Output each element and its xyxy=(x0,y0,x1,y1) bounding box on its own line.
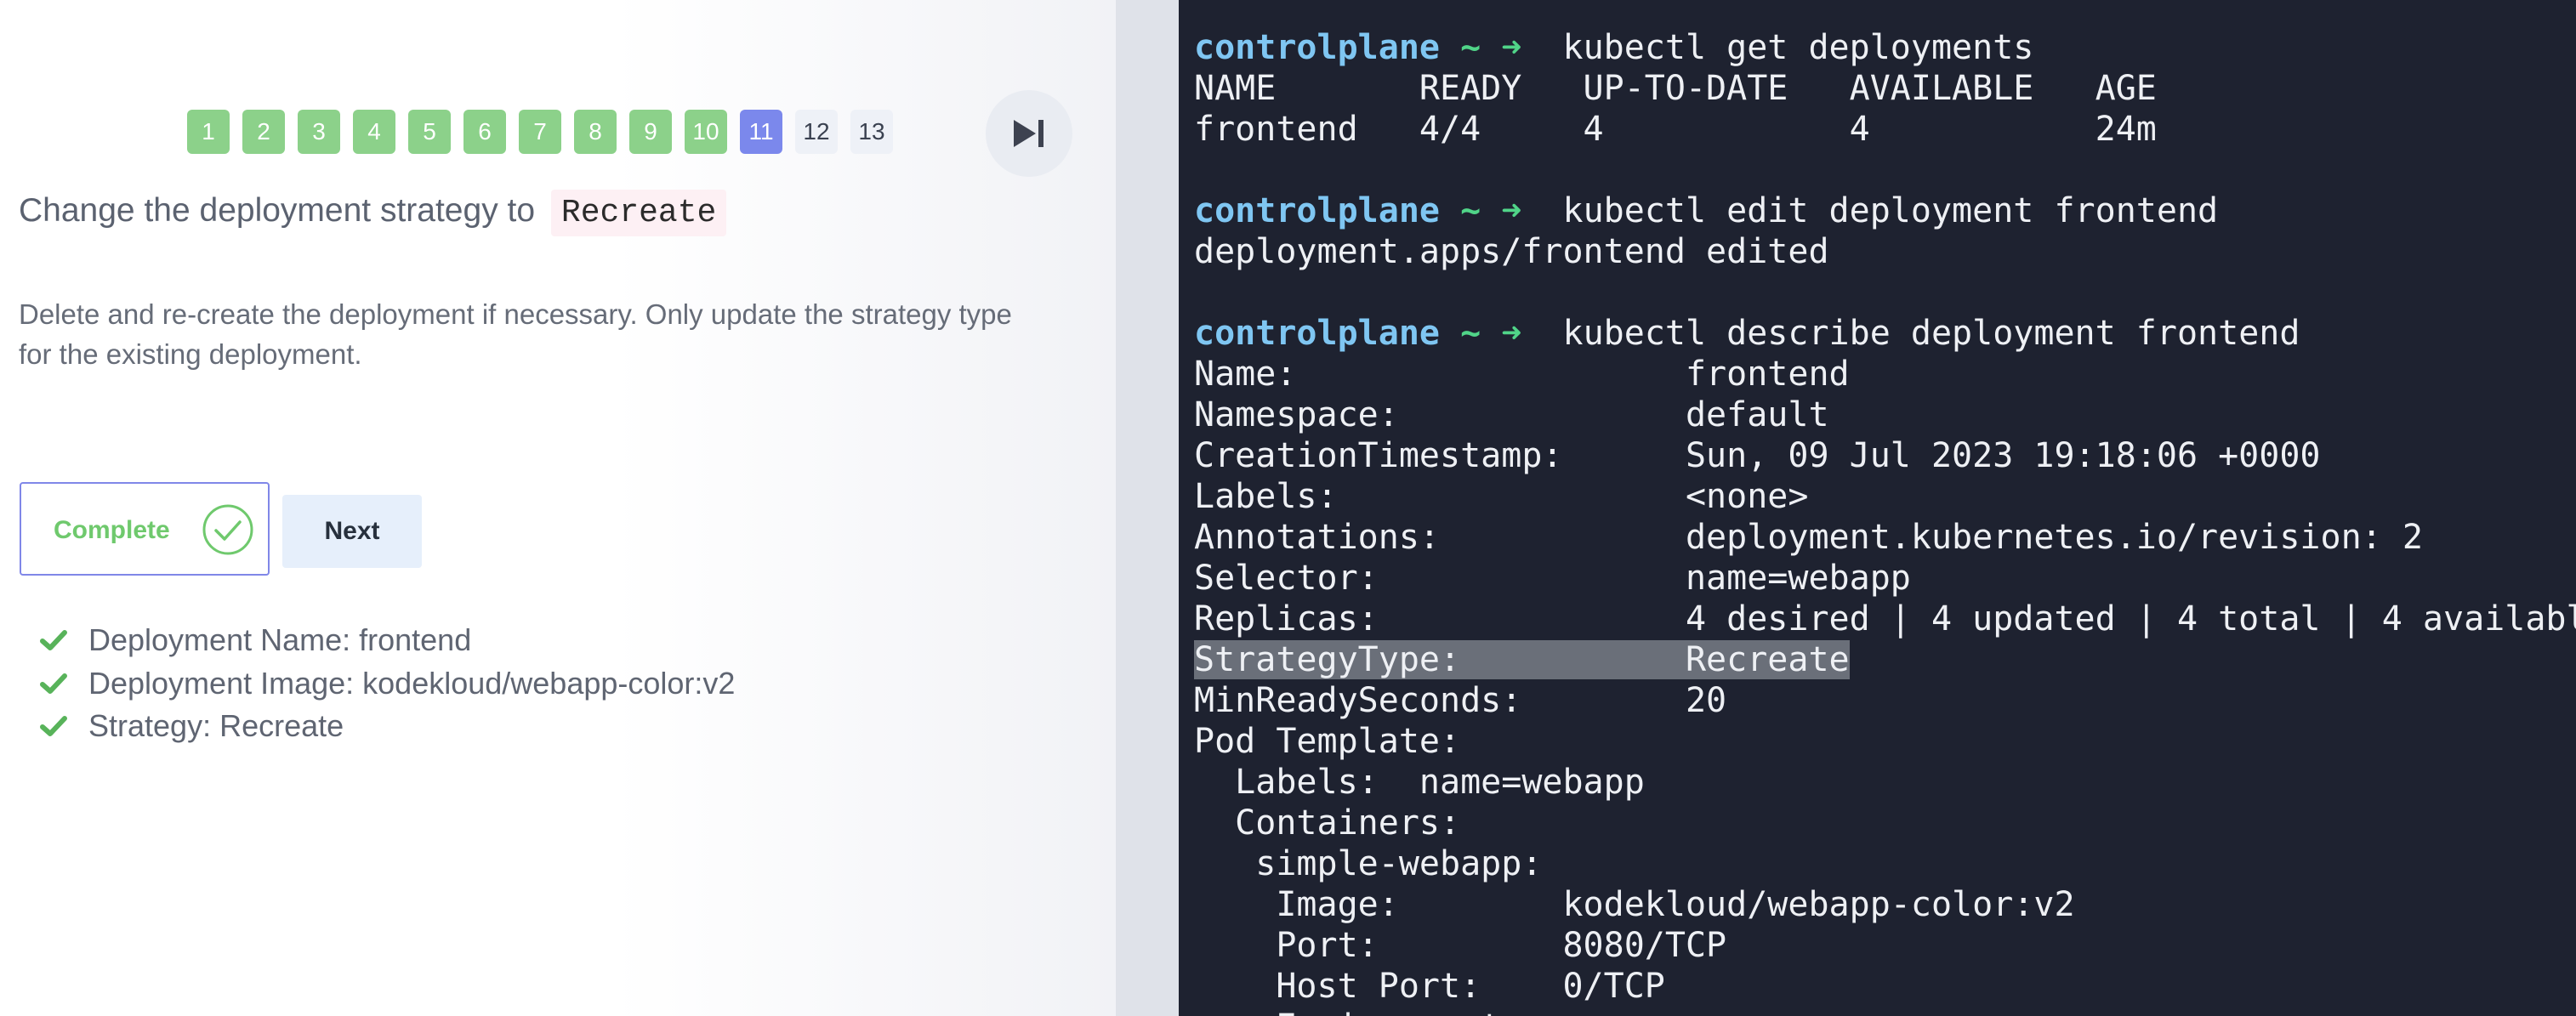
task-description: Delete and re-create the deployment if n… xyxy=(19,298,1012,370)
terminal-output-line: Labels: name=webapp xyxy=(1194,763,1645,802)
task-panel: 1 2 3 4 5 6 7 8 9 10 11 12 13 Change the deployment … xyxy=(0,0,1116,1016)
complete-button[interactable]: Complete xyxy=(20,482,270,576)
selection-highlight: StrategyType: Recreate xyxy=(1194,640,1850,679)
check-icon xyxy=(40,673,67,694)
terminal-output-line: MinReadySeconds: 20 xyxy=(1194,681,1727,720)
terminal-command-line: controlplane ~ ➜ kubectl edit deployment… xyxy=(1194,190,2218,231)
task-title-code: Recreate xyxy=(550,190,727,236)
panel-divider[interactable] xyxy=(1116,0,1179,1016)
terminal-output-line: Replicas: 4 desired | 4 updated | 4 tota… xyxy=(1194,599,2576,639)
terminal-output-line: frontend 4/4 4 4 24m xyxy=(1194,110,2157,149)
terminal-output-line: Image: kodekloud/webapp-color:v2 xyxy=(1194,885,2075,924)
circle-check-icon xyxy=(202,504,253,555)
check-item: Deployment Image: kodekloud/webapp-color… xyxy=(39,665,735,702)
task-title-text: Change the deployment strategy to xyxy=(19,192,536,229)
terminal-output-line: Namespace: default xyxy=(1194,395,1829,434)
prompt-arrow: ~ ➜ xyxy=(1439,28,1543,67)
next-button[interactable]: Next xyxy=(282,495,422,568)
question-10-button[interactable]: 10 xyxy=(685,110,727,154)
complete-label: Complete xyxy=(54,516,170,544)
question-8-button[interactable]: 8 xyxy=(574,110,617,154)
question-11-button[interactable]: 11 xyxy=(740,110,782,154)
terminal-output-line: Environment: <none> xyxy=(1194,1007,1686,1016)
prompt-host: controlplane xyxy=(1194,28,1440,67)
check-icon xyxy=(40,630,67,650)
terminal-output-line: Host Port: 0/TCP xyxy=(1194,967,1665,1006)
terminal-command-line: controlplane ~ ➜ kubectl describe deploy… xyxy=(1194,313,2300,354)
skip-to-end-icon xyxy=(1014,120,1043,147)
terminal-output-line: Labels: <none> xyxy=(1194,477,1809,516)
check-item-label: Deployment Name: frontend xyxy=(88,622,472,657)
terminal-output-line: NAME READY UP-TO-DATE AVAILABLE AGE xyxy=(1194,69,2157,108)
terminal-output-line: Selector: name=webapp xyxy=(1194,559,1911,598)
terminal-output-line: simple-webapp: xyxy=(1194,844,1543,883)
question-13-button[interactable]: 13 xyxy=(850,110,893,154)
question-2-button[interactable]: 2 xyxy=(242,110,285,154)
prompt-arrow: ~ ➜ xyxy=(1439,191,1543,230)
question-1-button[interactable]: 1 xyxy=(187,110,230,154)
terminal-output-line: Name: frontend xyxy=(1194,355,1850,394)
question-3-button[interactable]: 3 xyxy=(298,110,340,154)
command-text: kubectl get deployments xyxy=(1542,28,2034,67)
check-item: Deployment Name: frontend xyxy=(39,622,471,659)
terminal-output-line: CreationTimestamp: Sun, 09 Jul 2023 19:1… xyxy=(1194,436,2321,475)
check-item-label: Strategy: Recreate xyxy=(88,708,344,743)
check-icon xyxy=(40,716,67,736)
terminal-highlighted-line: StrategyType: Recreate xyxy=(1194,639,1850,680)
question-12-button[interactable]: 12 xyxy=(795,110,838,154)
task-title: Change the deployment strategy to Recrea… xyxy=(19,190,727,236)
terminal-output-line: Containers: xyxy=(1194,803,1461,843)
prompt-arrow: ~ ➜ xyxy=(1439,314,1543,353)
check-item-label: Deployment Image: kodekloud/webapp-color… xyxy=(88,666,736,701)
command-text: kubectl edit deployment frontend xyxy=(1542,191,2219,230)
skip-to-end-button[interactable] xyxy=(986,90,1072,177)
prompt-host: controlplane xyxy=(1194,191,1440,230)
terminal-output-line: Pod Template: xyxy=(1194,722,1461,761)
check-item: Strategy: Recreate xyxy=(39,707,344,745)
prompt-host: controlplane xyxy=(1194,314,1440,353)
terminal-output-line: Port: 8080/TCP xyxy=(1194,926,1727,965)
terminal[interactable]: controlplane ~ ➜ kubectl get deployments… xyxy=(1179,0,2576,1016)
question-4-button[interactable]: 4 xyxy=(353,110,395,154)
question-9-button[interactable]: 9 xyxy=(629,110,672,154)
terminal-output-line: Annotations: deployment.kubernetes.io/re… xyxy=(1194,518,2423,557)
command-text: kubectl describe deployment frontend xyxy=(1542,314,2300,353)
question-5-button[interactable]: 5 xyxy=(408,110,451,154)
terminal-command-line: controlplane ~ ➜ kubectl get deployments xyxy=(1194,27,2033,68)
terminal-output-line: deployment.apps/frontend edited xyxy=(1194,232,1829,271)
question-6-button[interactable]: 6 xyxy=(463,110,506,154)
question-7-button[interactable]: 7 xyxy=(519,110,561,154)
